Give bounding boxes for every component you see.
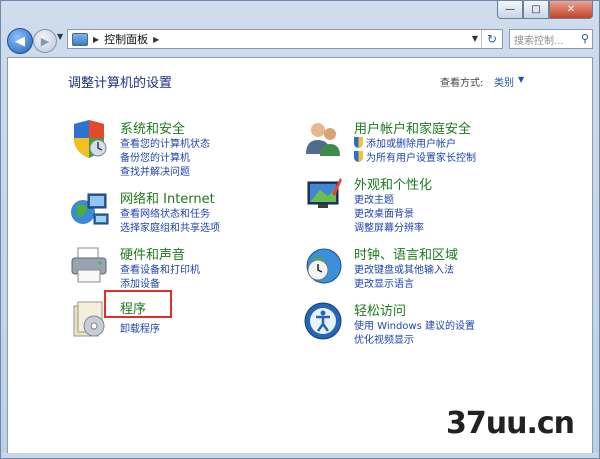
link-network-status[interactable]: 查看网络状态和任务 (120, 205, 210, 220)
link-backup-computer[interactable]: 备份您的计算机 (120, 149, 190, 164)
link-change-theme[interactable]: 更改主题 (354, 191, 394, 206)
accessibility-icon[interactable] (302, 300, 344, 342)
category-appearance: 外观和个性化 更改主题 更改桌面背景 调整屏幕分辨率 (302, 174, 552, 234)
search-icon[interactable]: ⚲ (581, 32, 589, 45)
clock-globe-icon[interactable] (302, 244, 344, 286)
view-by-dropdown[interactable]: 类别 (494, 74, 514, 89)
category-user-accounts: 用户帐户和家庭安全 添加或删除用户帐户 为所有用户设置家长控制 (302, 118, 552, 168)
breadcrumb-chevron-icon[interactable]: ▶ (153, 35, 159, 44)
link-troubleshoot[interactable]: 查找并解决问题 (120, 163, 190, 178)
forward-button[interactable]: ▶ (33, 29, 57, 53)
uac-shield-icon (354, 137, 363, 148)
link-screen-resolution[interactable]: 调整屏幕分辨率 (354, 219, 424, 234)
link-optimize-display[interactable]: 优化视频显示 (354, 331, 414, 346)
control-panel-window: — □ ✕ ◀ ▶ ▼ ▶ 控制面板 ▶ ▼ ↻ 搜索控制... ⚲ 调整计算机… (0, 0, 600, 459)
watermark: 37uu.cn (446, 406, 575, 441)
window-bottom-border (1, 453, 599, 458)
highlight-box (104, 290, 172, 318)
link-keyboard-input[interactable]: 更改键盘或其他输入法 (354, 261, 454, 276)
search-placeholder: 搜索控制... (514, 35, 564, 47)
link-desktop-background[interactable]: 更改桌面背景 (354, 205, 414, 220)
breadcrumb-separator-icon[interactable]: ▶ (93, 35, 99, 44)
uac-shield-icon (354, 151, 363, 162)
page-title: 调整计算机的设置 (68, 76, 173, 91)
link-devices-printers[interactable]: 查看设备和打印机 (120, 261, 200, 276)
search-input[interactable]: 搜索控制... ⚲ (509, 29, 593, 49)
navigation-bar: ◀ ▶ ▼ ▶ 控制面板 ▶ ▼ ↻ 搜索控制... ⚲ (1, 23, 599, 57)
address-dropdown-icon[interactable]: ▼ (472, 34, 478, 43)
category-hardware-sound: 硬件和声音 查看设备和打印机 添加设备 (68, 244, 268, 294)
close-button[interactable]: ✕ (549, 1, 593, 19)
content-pane: 调整计算机的设置 查看方式: 类别 ▼ 系统和安全 查看您的计算机状态 备份您的… (7, 57, 593, 454)
breadcrumb-control-panel[interactable]: 控制面板 (104, 31, 148, 47)
category-ease-of-access: 轻松访问 使用 Windows 建议的设置 优化视频显示 (302, 300, 552, 350)
link-parental-controls[interactable]: 为所有用户设置家长控制 (354, 149, 476, 164)
link-view-computer-status[interactable]: 查看您的计算机状态 (120, 135, 210, 150)
printer-icon[interactable] (68, 244, 110, 286)
caption-buttons: — □ ✕ (497, 1, 593, 19)
minimize-button[interactable]: — (497, 1, 523, 19)
back-button[interactable]: ◀ (7, 28, 33, 54)
chevron-down-icon[interactable]: ▼ (518, 75, 524, 84)
recent-pages-dropdown-icon[interactable]: ▼ (57, 32, 63, 41)
category-system-security: 系统和安全 查看您的计算机状态 备份您的计算机 查找并解决问题 (68, 118, 268, 178)
network-icon[interactable] (68, 188, 110, 230)
refresh-button[interactable]: ↻ (481, 30, 502, 48)
users-icon[interactable] (302, 118, 344, 160)
maximize-button[interactable]: □ (523, 1, 549, 19)
category-clock-language-region: 时钟、语言和区域 更改键盘或其他输入法 更改显示语言 (302, 244, 552, 294)
category-network-internet: 网络和 Internet 查看网络状态和任务 选择家庭组和共享选项 (68, 188, 268, 238)
link-add-remove-accounts[interactable]: 添加或删除用户帐户 (354, 135, 456, 150)
link-add-device[interactable]: 添加设备 (120, 275, 160, 290)
link-homegroup-sharing[interactable]: 选择家庭组和共享选项 (120, 219, 220, 234)
link-uninstall-program[interactable]: 卸载程序 (120, 320, 160, 335)
shield-icon[interactable] (68, 118, 110, 160)
view-by-label: 查看方式: (440, 78, 484, 89)
address-bar[interactable]: ▶ 控制面板 ▶ ▼ ↻ (67, 29, 503, 49)
link-display-language[interactable]: 更改显示语言 (354, 275, 414, 290)
control-panel-icon (72, 32, 88, 46)
appearance-icon[interactable] (302, 174, 344, 216)
link-recommended-settings[interactable]: 使用 Windows 建议的设置 (354, 317, 475, 332)
